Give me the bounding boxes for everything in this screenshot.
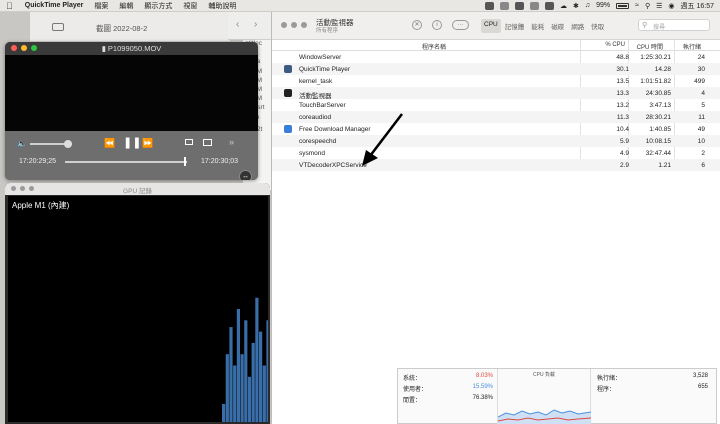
annotation-arrow [362, 113, 403, 166]
